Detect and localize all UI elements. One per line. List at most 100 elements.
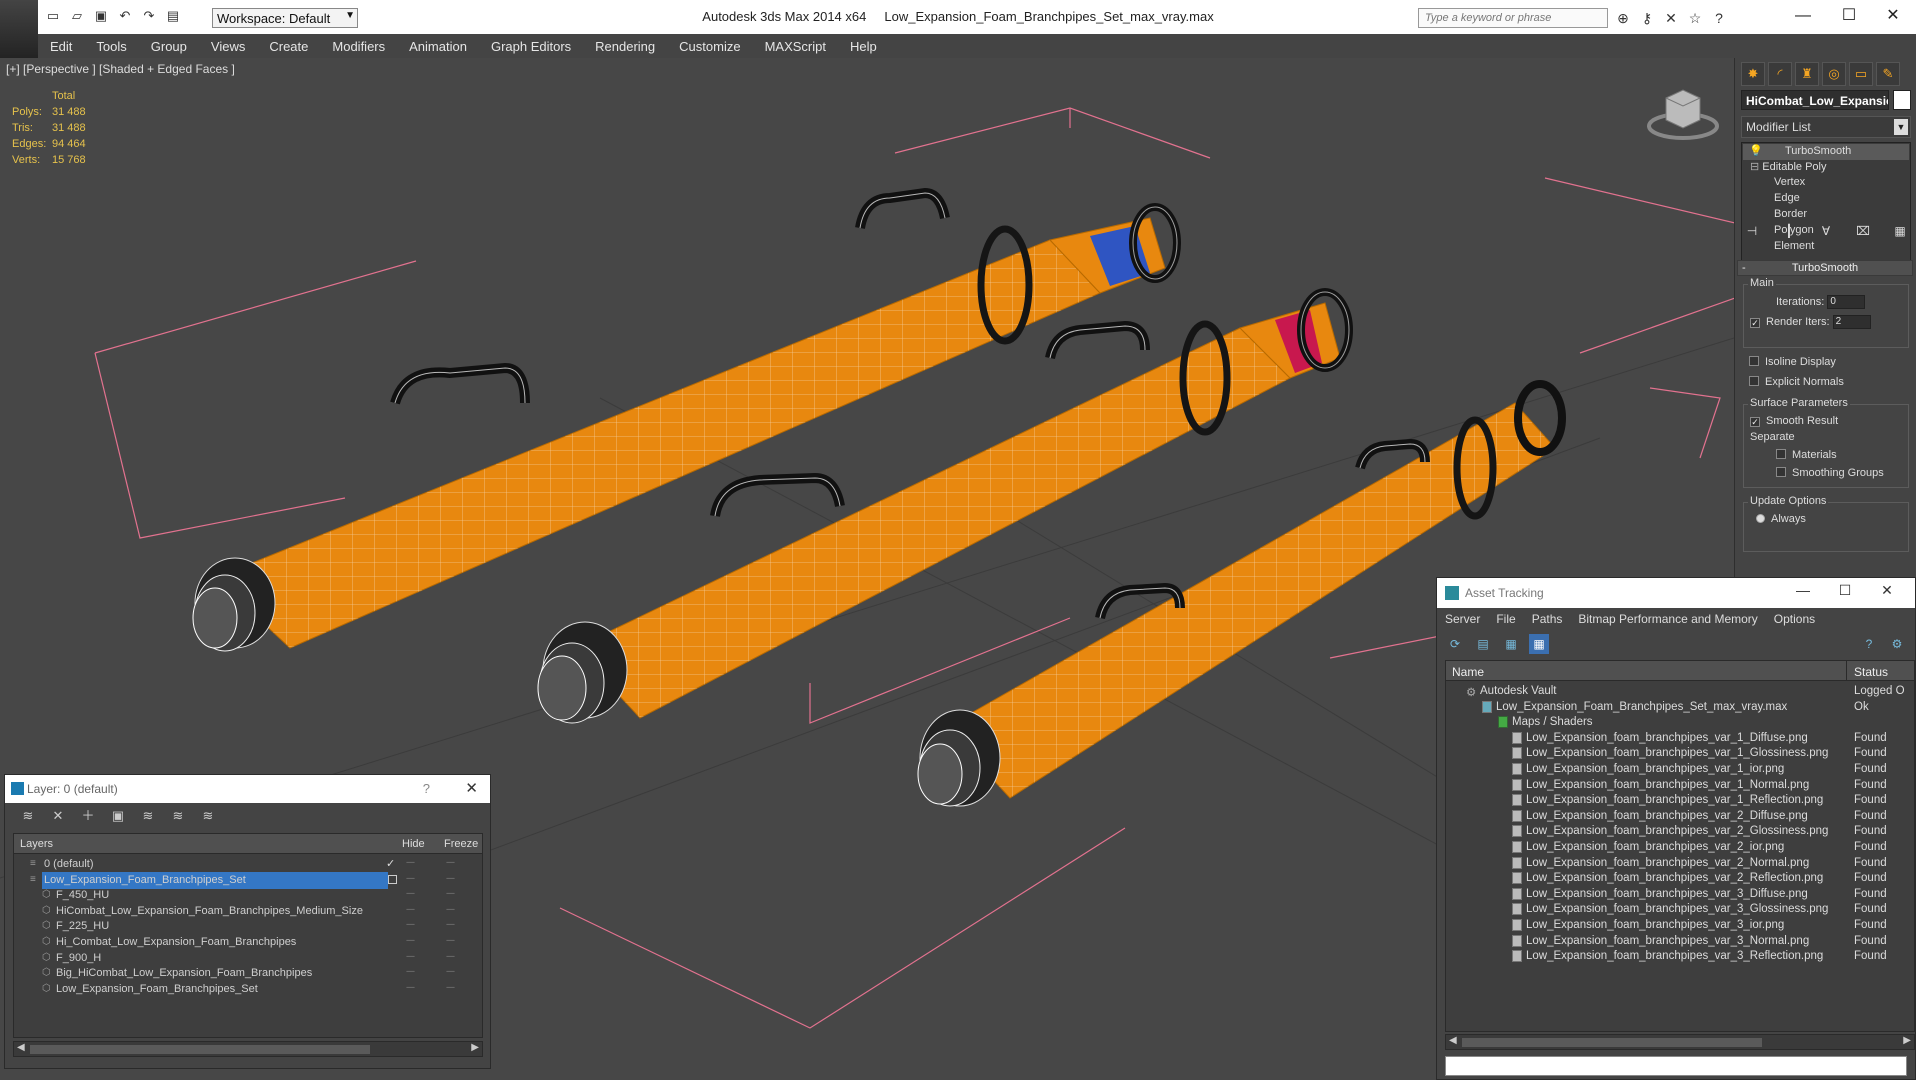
asset-path-input[interactable] [1445, 1056, 1907, 1076]
lightbulb-icon[interactable]: 💡 [1749, 144, 1763, 157]
layer-hide-toggle[interactable]: ---- [406, 966, 415, 976]
asset-horizontal-scrollbar[interactable]: ◀ ▶ [1445, 1034, 1915, 1050]
layer-window-titlebar[interactable]: Layer: 0 (default) ? ✕ [5, 775, 490, 803]
menu-tools[interactable]: Tools [84, 39, 138, 54]
delete-layer-icon[interactable]: ✕ [49, 807, 67, 825]
asset-menu-paths[interactable]: Paths [1524, 612, 1571, 626]
layer-freeze-toggle[interactable]: ---- [446, 951, 455, 961]
smoothing-groups-checkbox[interactable] [1776, 467, 1786, 477]
redo-icon[interactable]: ↷ [140, 8, 158, 24]
menu-customize[interactable]: Customize [667, 39, 752, 54]
expand-icon[interactable]: ⊟ [1750, 161, 1759, 173]
help-search-input[interactable]: Type a keyword or phrase [1418, 8, 1608, 28]
layer-hide-toggle[interactable]: ---- [406, 982, 415, 992]
layer-icon[interactable]: ⬡ [42, 920, 51, 931]
configure-sets-icon[interactable]: ▦ [1889, 224, 1911, 242]
stack-item-edge[interactable]: Edge [1774, 192, 1800, 208]
turbosmooth-rollout-header[interactable]: - TurboSmooth [1737, 260, 1913, 276]
column-layers[interactable]: Layers [20, 838, 53, 850]
remove-modifier-icon[interactable]: ⌧ [1852, 224, 1874, 242]
layer-icon[interactable]: ⬡ [42, 936, 51, 947]
thumbnail-view-icon[interactable]: ▦ [1501, 634, 1521, 654]
stack-item-vertex[interactable]: Vertex [1774, 176, 1805, 192]
asset-menu-options[interactable]: Options [1766, 612, 1823, 626]
workspace-dropdown[interactable]: Workspace: Default ▼ [212, 8, 358, 28]
layer-icon[interactable]: ⬡ [42, 983, 51, 994]
scroll-right-icon[interactable]: ▶ [471, 1042, 479, 1053]
layer-icon[interactable]: ≡ [30, 858, 36, 869]
layer-hide-toggle[interactable]: ---- [406, 873, 415, 883]
materials-checkbox[interactable] [1776, 449, 1786, 459]
always-radio[interactable] [1756, 514, 1765, 523]
star-icon[interactable]: ☆ [1686, 9, 1704, 27]
layer-freeze-toggle[interactable]: ---- [446, 857, 455, 867]
scroll-left-icon[interactable]: ◀ [17, 1042, 25, 1053]
asset-menu-file[interactable]: File [1488, 612, 1523, 626]
motion-tab-icon[interactable]: ◎ [1822, 62, 1846, 86]
layer-hide-toggle[interactable]: ---- [406, 888, 415, 898]
asset-menu-server[interactable]: Server [1437, 612, 1488, 626]
binoculars-icon[interactable]: ⊕ [1614, 9, 1632, 27]
menu-maxscript[interactable]: MAXScript [753, 39, 838, 54]
select-objects-icon[interactable]: ▣ [109, 807, 127, 825]
layer-hide-toggle[interactable]: ---- [406, 904, 415, 914]
asset-row[interactable]: Low_Expansion_foam_branchpipes_var_3_Ref… [1446, 947, 1914, 966]
app-logo-icon[interactable] [0, 0, 38, 60]
create-tab-icon[interactable]: ✸ [1741, 62, 1765, 86]
explicit-normals-checkbox[interactable] [1749, 376, 1759, 386]
hierarchy-tab-icon[interactable]: ♜ [1795, 62, 1819, 86]
layer-icon[interactable]: ⬡ [42, 967, 51, 978]
column-hide[interactable]: Hide [402, 838, 425, 850]
show-end-result-icon[interactable]: ┃ [1778, 224, 1800, 242]
stack-item-element[interactable]: Element [1774, 240, 1814, 256]
column-status[interactable]: Status [1854, 665, 1888, 679]
exchange-icon[interactable]: ✕ [1662, 9, 1680, 27]
column-freeze[interactable]: Freeze [444, 838, 478, 850]
close-button[interactable]: ✕ [1870, 2, 1916, 30]
layers-icon[interactable]: ≋ [19, 807, 37, 825]
utilities-tab-icon[interactable]: ✎ [1876, 62, 1900, 86]
settings-icon[interactable]: ⚙ [1887, 634, 1907, 654]
asset-window-titlebar[interactable]: Asset Tracking — ☐ ✕ [1437, 578, 1915, 608]
scroll-left-icon[interactable]: ◀ [1449, 1035, 1457, 1046]
pin-stack-icon[interactable]: ⊣ [1741, 224, 1763, 242]
maximize-button[interactable]: ☐ [1826, 2, 1872, 30]
scroll-thumb[interactable] [1462, 1038, 1762, 1047]
layer-freeze-toggle[interactable]: ---- [446, 935, 455, 945]
refresh-icon[interactable]: ⟳ [1445, 634, 1465, 654]
minimize-button[interactable]: — [1780, 2, 1826, 30]
layer-hide-toggle[interactable]: ---- [406, 857, 415, 867]
render-iters-checkbox[interactable]: ✓ [1750, 317, 1760, 328]
help-icon[interactable]: ? [423, 781, 430, 796]
layer-horizontal-scrollbar[interactable]: ◀ ▶ [13, 1041, 483, 1057]
help-icon[interactable]: ? [1859, 634, 1879, 654]
menu-views[interactable]: Views [199, 39, 257, 54]
layer-icon[interactable]: ⬡ [42, 952, 51, 963]
smooth-result-checkbox[interactable]: ✓ [1750, 417, 1760, 427]
asset-menu-bitmap-performance[interactable]: Bitmap Performance and Memory [1570, 612, 1765, 626]
render-iters-spinner[interactable]: 2 [1832, 315, 1871, 329]
menu-graph-editors[interactable]: Graph Editors [479, 39, 583, 54]
menu-create[interactable]: Create [257, 39, 320, 54]
add-layer-icon[interactable]: ＋ [79, 807, 97, 825]
freeze-all-icon[interactable]: ≋ [199, 807, 217, 825]
menu-animation[interactable]: Animation [397, 39, 479, 54]
layer-icon[interactable]: ≡ [30, 874, 36, 885]
modifier-list-dropdown[interactable]: Modifier List ▼ [1741, 116, 1911, 138]
menu-modifiers[interactable]: Modifiers [320, 39, 397, 54]
key-icon[interactable]: ⚷ [1638, 9, 1656, 27]
object-name-field[interactable]: HiCombat_Low_Expansio [1741, 90, 1889, 110]
minimize-button[interactable]: — [1783, 582, 1823, 598]
display-tab-icon[interactable]: ▭ [1849, 62, 1873, 86]
new-file-icon[interactable]: ▭ [44, 8, 62, 24]
layer-row[interactable]: ⬡ Low_Expansion_Foam_Branchpipes_Set ---- -… [14, 980, 482, 999]
menu-edit[interactable]: Edit [38, 39, 84, 54]
menu-rendering[interactable]: Rendering [583, 39, 667, 54]
iterations-spinner[interactable]: 0 [1827, 295, 1866, 309]
maximize-button[interactable]: ☐ [1825, 582, 1865, 599]
table-view-icon[interactable]: ▦ [1529, 634, 1549, 654]
hide-all-icon[interactable]: ≋ [169, 807, 187, 825]
layer-hide-toggle[interactable]: ---- [406, 951, 415, 961]
isoline-display-checkbox[interactable] [1749, 356, 1759, 366]
column-name[interactable]: Name [1452, 665, 1484, 679]
